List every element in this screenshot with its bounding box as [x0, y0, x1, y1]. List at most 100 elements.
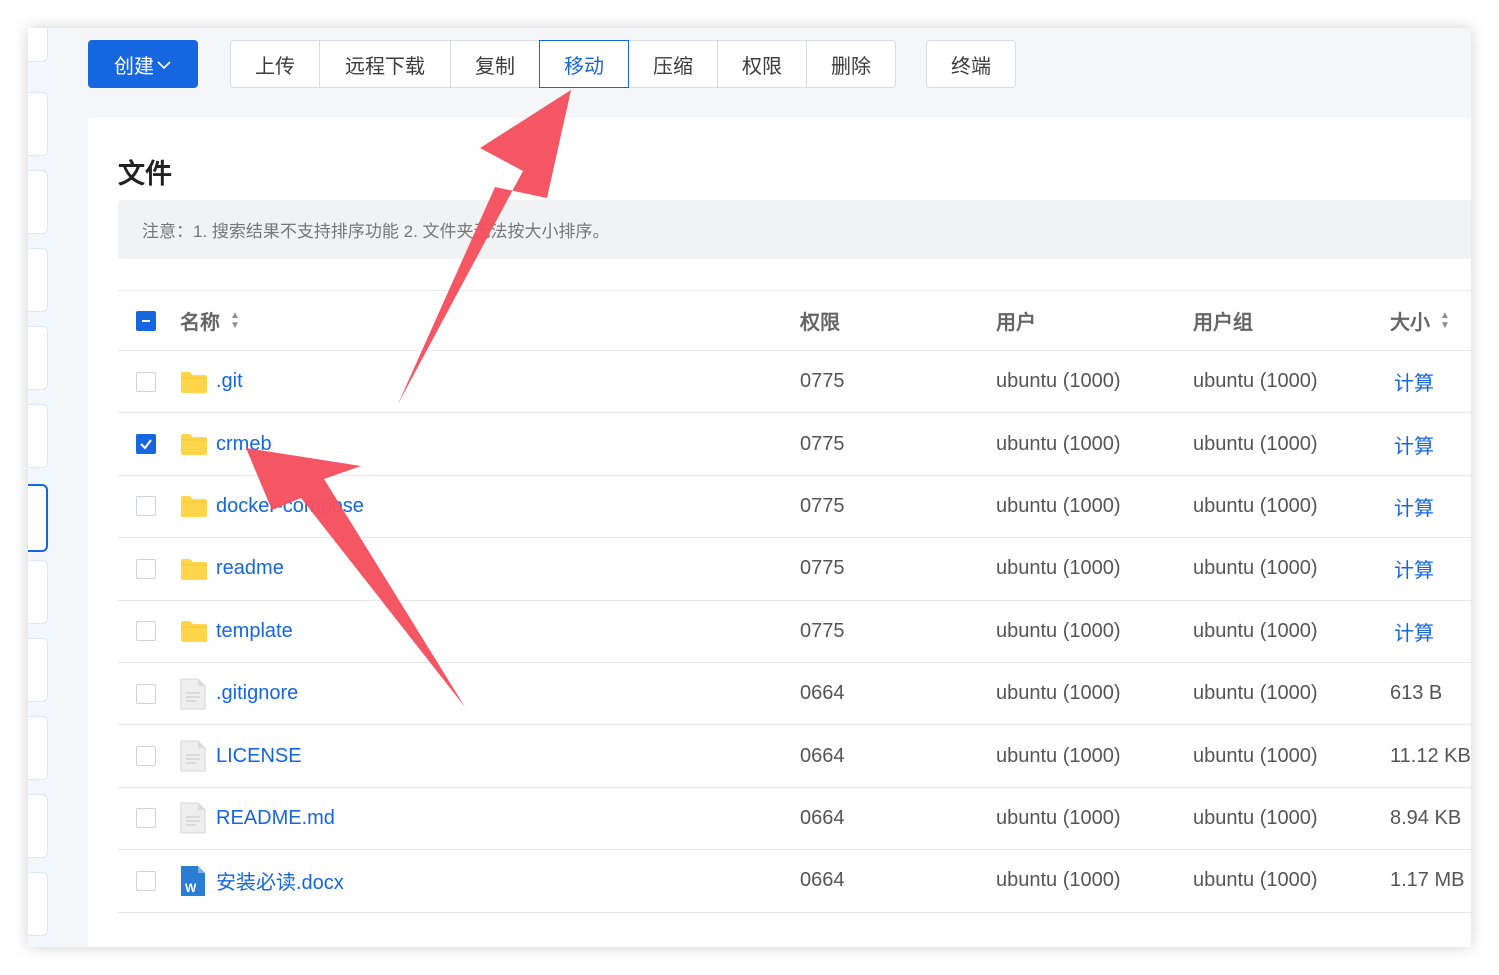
file-group: ubuntu (1000)	[1193, 619, 1318, 642]
file-user: ubuntu (1000)	[996, 619, 1121, 642]
file-permission: 0775	[800, 619, 845, 642]
sidebar-tab[interactable]	[28, 794, 48, 858]
table-row[interactable]: W 安装必读.docx 0664 ubuntu (1000) ubuntu (1000)…	[118, 850, 1471, 913]
create-button[interactable]: 创建	[88, 40, 198, 88]
svg-text:W: W	[185, 881, 197, 895]
table-row[interactable]: .gitignore 0664 ubuntu (1000) ubuntu (1000)…	[118, 663, 1471, 726]
sidebar-tab[interactable]	[28, 92, 48, 156]
create-label: 创建	[114, 55, 154, 78]
calculate-size-link[interactable]: 计算	[1394, 492, 1434, 521]
column-header-user: 用户	[996, 312, 1036, 334]
file-name-link[interactable]: LICENSE	[216, 745, 302, 768]
table-row[interactable]: readme 0775 ubuntu (1000) ubuntu (1000) 计算	[118, 538, 1471, 601]
file-user: ubuntu (1000)	[996, 682, 1121, 705]
column-label: 大小	[1390, 312, 1430, 334]
table-row[interactable]: .git 0775 ubuntu (1000) ubuntu (1000) 计算	[118, 351, 1471, 414]
compress-button[interactable]: 压缩	[628, 40, 718, 88]
file-permission: 0775	[800, 370, 845, 393]
file-size: 1.17 MB	[1390, 869, 1465, 892]
file-name-link[interactable]: readme	[216, 557, 284, 580]
row-checkbox[interactable]	[136, 434, 156, 455]
table-row[interactable]: docker-compose 0775 ubuntu (1000) ubuntu (1…	[118, 476, 1471, 539]
file-name-link[interactable]: .git	[216, 370, 243, 393]
file-icon	[180, 678, 210, 710]
notice-banner: 注意：1. 搜索结果不支持排序功能 2. 文件夹无法按大小排序。	[118, 200, 1471, 259]
select-all-checkbox[interactable]	[136, 310, 156, 331]
sort-caret-icon[interactable]: ▲ ▼	[230, 310, 240, 331]
row-checkbox[interactable]	[136, 746, 156, 767]
file-icon	[180, 740, 210, 772]
calculate-size-link[interactable]: 计算	[1394, 367, 1434, 396]
file-user: ubuntu (1000)	[996, 557, 1121, 580]
file-name-link[interactable]: template	[216, 620, 293, 643]
file-user: ubuntu (1000)	[996, 869, 1121, 892]
sidebar-tab-active[interactable]	[28, 484, 48, 552]
word-doc-icon: W	[180, 865, 210, 896]
files-card: 文件 注意：1. 搜索结果不支持排序功能 2. 文件夹无法按大小排序。 名称 ▲…	[88, 118, 1471, 947]
row-checkbox[interactable]	[136, 808, 156, 829]
file-name-link[interactable]: docker-compose	[216, 495, 364, 518]
file-group: ubuntu (1000)	[1193, 806, 1318, 829]
delete-button[interactable]: 删除	[806, 40, 896, 88]
row-checkbox[interactable]	[136, 558, 156, 579]
sort-caret-icon[interactable]: ▲ ▼	[1440, 310, 1450, 331]
folder-icon	[180, 616, 210, 646]
sidebar-tab[interactable]	[28, 326, 48, 390]
row-checkbox[interactable]	[136, 371, 156, 392]
upload-button[interactable]: 上传	[230, 40, 320, 88]
file-name-link[interactable]: crmeb	[216, 433, 272, 456]
file-size: 613 B	[1390, 682, 1443, 705]
file-user: ubuntu (1000)	[996, 370, 1121, 393]
copy-button[interactable]: 复制	[450, 40, 540, 88]
move-button[interactable]: 移动	[539, 40, 629, 88]
row-checkbox[interactable]	[136, 683, 156, 704]
table-row[interactable]: template 0775 ubuntu (1000) ubuntu (1000) 计算	[118, 601, 1471, 663]
file-permission: 0664	[800, 806, 845, 829]
file-permission: 0775	[800, 432, 845, 455]
permission-button[interactable]: 权限	[717, 40, 807, 88]
file-name-link[interactable]: .gitignore	[216, 682, 298, 705]
page-title: 文件	[118, 159, 172, 189]
sidebar-tab[interactable]	[28, 170, 48, 234]
sidebar-tab[interactable]	[28, 716, 48, 780]
file-size: 11.12 KB	[1390, 744, 1471, 767]
file-name-link[interactable]: 安装必读.docx	[216, 866, 344, 895]
file-group: ubuntu (1000)	[1193, 494, 1318, 517]
sidebar-tab[interactable]	[28, 872, 48, 936]
file-group: ubuntu (1000)	[1193, 682, 1318, 705]
file-permission: 0775	[800, 557, 845, 580]
file-user: ubuntu (1000)	[996, 806, 1121, 829]
calculate-size-link[interactable]: 计算	[1394, 430, 1434, 459]
row-checkbox[interactable]	[136, 496, 156, 517]
sidebar	[28, 28, 58, 947]
sidebar-tab[interactable]	[28, 28, 48, 62]
file-icon	[180, 802, 210, 834]
table-row[interactable]: crmeb 0775 ubuntu (1000) ubuntu (1000) 计算	[118, 413, 1471, 476]
notice-text: 注意：1. 搜索结果不支持排序功能 2. 文件夹无法按大小排序。	[142, 222, 610, 241]
table-row[interactable]: LICENSE 0664 ubuntu (1000) ubuntu (1000) 11.…	[118, 725, 1471, 788]
row-checkbox[interactable]	[136, 870, 156, 891]
row-checkbox[interactable]	[136, 621, 156, 642]
column-header-name[interactable]: 名称 ▲ ▼	[180, 291, 240, 350]
file-permission: 0664	[800, 682, 845, 705]
app-frame: 创建 上传 远程下载 复制 移动 压缩 权限 删除 终端 文件 注意：1. 搜索…	[28, 28, 1471, 947]
file-group: ubuntu (1000)	[1193, 557, 1318, 580]
calculate-size-link[interactable]: 计算	[1394, 554, 1434, 583]
sidebar-tab[interactable]	[28, 404, 48, 468]
sidebar-tab[interactable]	[28, 560, 48, 624]
remote-download-button[interactable]: 远程下载	[319, 40, 451, 88]
file-user: ubuntu (1000)	[996, 432, 1121, 455]
table-row[interactable]: README.md 0664 ubuntu (1000) ubuntu (1000) 8…	[118, 788, 1471, 851]
sidebar-tab[interactable]	[28, 248, 48, 312]
folder-icon	[180, 367, 210, 397]
file-permission: 0664	[800, 869, 845, 892]
file-name-link[interactable]: README.md	[216, 807, 335, 830]
sidebar-tab[interactable]	[28, 638, 48, 702]
calculate-size-link[interactable]: 计算	[1394, 617, 1434, 646]
column-header-group: 用户组	[1193, 312, 1253, 334]
chevron-down-icon	[156, 57, 172, 74]
terminal-button[interactable]: 终端	[926, 40, 1016, 88]
folder-icon	[180, 554, 210, 584]
folder-icon	[180, 429, 210, 459]
column-header-size[interactable]: 大小 ▲ ▼	[1390, 291, 1450, 350]
